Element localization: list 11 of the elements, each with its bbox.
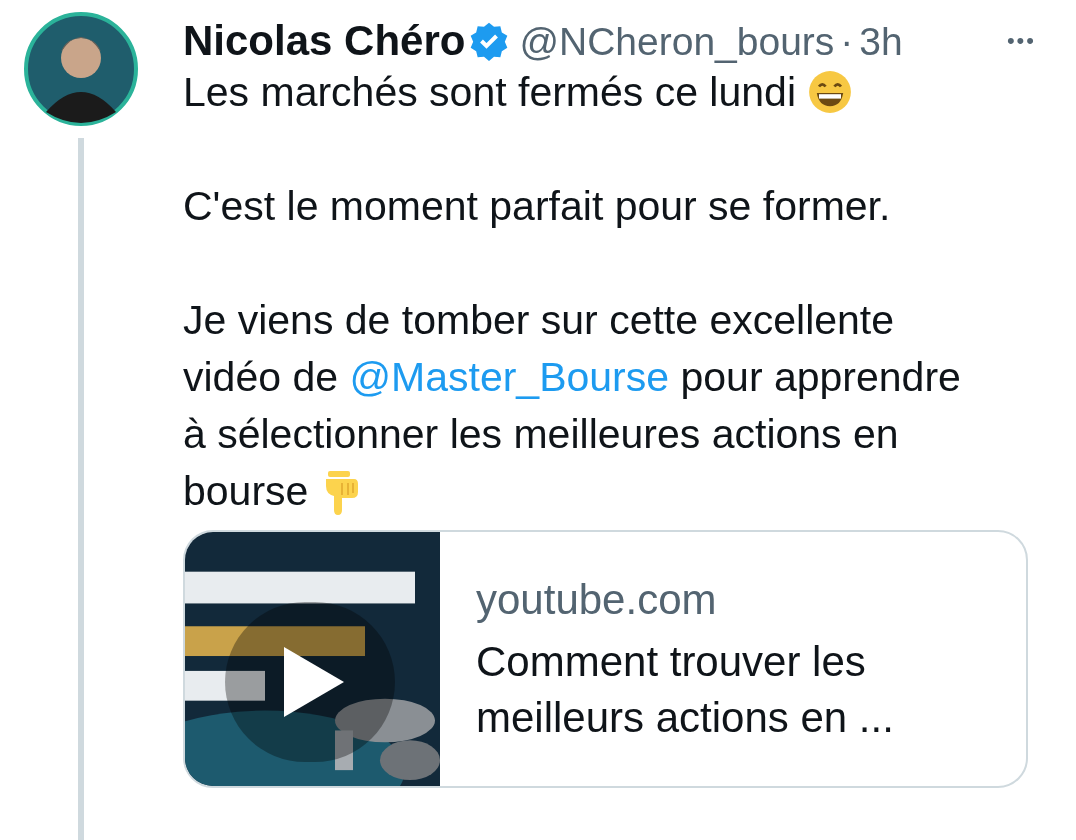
more-button[interactable]: ••• [1006, 30, 1036, 52]
card-domain: youtube.com [476, 576, 718, 624]
post-paragraph: Je viens de tomber sur cette excellente vidéo de @Master_Bourse pour apprendre à sélectionner les meilleures actions en bourse [183, 296, 962, 517]
post-paragraph: C'est le moment parfait pour se former. [183, 182, 892, 231]
post-paragraph: Les marchés sont fermés ce lundi [183, 64, 983, 121]
author-handle[interactable]: @NCheron_bours [519, 21, 835, 61]
card-title: Comment trouver les meilleurs actions en ... [476, 637, 895, 743]
post-time[interactable]: 3h [859, 21, 903, 61]
separator-dot: · [840, 21, 854, 61]
author-name[interactable]: Nicolas Chéro [183, 20, 466, 62]
link-card[interactable]: youtube.com Comment trouver les meilleurs actions en ... [183, 530, 1028, 788]
